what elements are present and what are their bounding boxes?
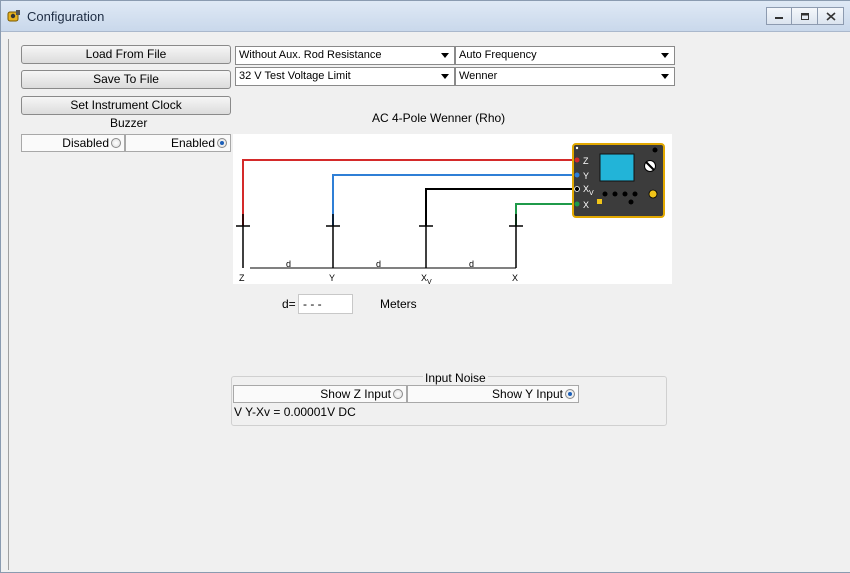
dropdown-arrow-icon (661, 53, 669, 58)
probe-z (236, 214, 250, 268)
dropdown-arrow-icon (441, 53, 449, 58)
probe-label-xv: XV (421, 273, 432, 284)
show-z-input-label: Show Z Input (320, 387, 391, 401)
meter-device: Z Y XV X (572, 143, 665, 218)
radio-off-icon (111, 138, 121, 148)
spacing-input[interactable]: - - - (298, 294, 353, 314)
restore-icon (800, 12, 809, 20)
y-wire (332, 174, 578, 226)
aux-rod-value: Without Aux. Rod Resistance (239, 49, 382, 61)
buzzer-enabled-radio[interactable]: Enabled (125, 134, 231, 152)
diagram-title: AC 4-Pole Wenner (Rho) (372, 111, 506, 125)
radio-on-icon (217, 138, 227, 148)
voltage-limit-value: 32 V Test Voltage Limit (239, 70, 351, 82)
x-wire (515, 203, 578, 226)
spacing-unit-label: Meters (380, 297, 417, 311)
close-button[interactable] (818, 7, 844, 25)
spacing-label-2: d (376, 259, 381, 269)
show-y-input-radio[interactable]: Show Y Input (407, 385, 579, 403)
xv-wire (425, 188, 578, 226)
wenner-diagram: d d d Z Y XV X Z Y XV X (233, 134, 672, 284)
close-icon (825, 11, 836, 21)
save-to-file-button[interactable]: Save To File (21, 70, 231, 89)
minimize-button[interactable] (766, 7, 792, 25)
probe-label-x: X (512, 273, 518, 283)
show-z-input-radio[interactable]: Show Z Input (233, 385, 407, 403)
probe-y (326, 214, 340, 268)
probe-label-z: Z (239, 273, 245, 283)
dropdown-arrow-icon (441, 74, 449, 79)
frequency-value: Auto Frequency (459, 49, 537, 61)
radio-off-icon (393, 389, 403, 399)
z-wire (242, 159, 578, 226)
aux-rod-dropdown[interactable]: Without Aux. Rod Resistance (235, 46, 455, 65)
meter-terminal-x: X (583, 200, 589, 210)
title-bar[interactable]: Configuration (1, 1, 850, 32)
buzzer-disabled-label: Disabled (62, 136, 109, 150)
dropdown-arrow-icon (661, 74, 669, 79)
load-from-file-button[interactable]: Load From File (21, 45, 231, 64)
app-icon (7, 10, 20, 22)
spacing-label-1: d (286, 259, 291, 269)
voltage-limit-dropdown[interactable]: 32 V Test Voltage Limit (235, 67, 455, 86)
show-y-input-label: Show Y Input (492, 387, 563, 401)
input-noise-label: Input Noise (423, 371, 488, 385)
window-controls (766, 7, 844, 25)
buzzer-label: Buzzer (110, 116, 148, 130)
minimize-icon (775, 17, 783, 19)
probe-x (509, 214, 523, 268)
noise-reading: V Y-Xv = 0.00001V DC (234, 405, 356, 419)
restore-button[interactable] (792, 7, 818, 25)
buzzer-disabled-radio[interactable]: Disabled (21, 134, 125, 152)
probe-xv (419, 214, 433, 268)
set-instrument-clock-button[interactable]: Set Instrument Clock (21, 96, 231, 115)
meter-terminal-z: Z (583, 156, 589, 166)
spacing-field-label: d= (282, 297, 296, 311)
meter-terminal-y: Y (583, 171, 589, 181)
spacing-label-3: d (469, 259, 474, 269)
window-title: Configuration (27, 9, 105, 24)
method-value: Wenner (459, 70, 498, 82)
method-dropdown[interactable]: Wenner (455, 67, 675, 86)
radio-on-icon (565, 389, 575, 399)
buzzer-enabled-label: Enabled (170, 136, 215, 150)
frequency-dropdown[interactable]: Auto Frequency (455, 46, 675, 65)
probe-label-y: Y (329, 273, 335, 283)
